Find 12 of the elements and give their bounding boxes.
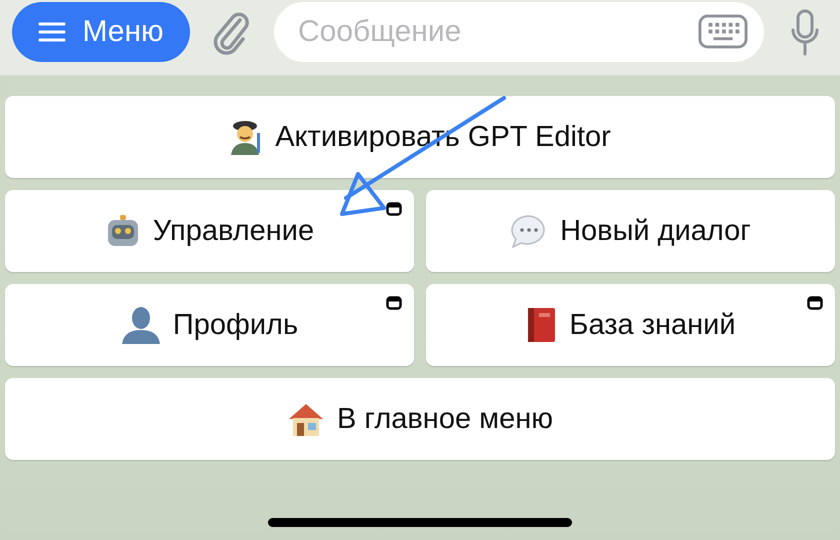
menu-icon [38,21,66,43]
keyboard-button[interactable]: В главное меню [5,378,835,460]
menu-button[interactable]: Меню [12,2,190,62]
keyboard-button[interactable]: Новый диалог [426,190,835,272]
person-silhouette-icon [120,306,161,344]
message-field[interactable]: Сообщение [274,2,764,62]
keyboard-button[interactable]: Профиль [5,284,414,366]
keyboard-icon[interactable] [698,14,748,49]
keyboard-button[interactable]: База знаний [426,284,835,366]
keyboard-button[interactable]: Управление [5,190,414,272]
book-icon [525,306,558,344]
microphone-icon[interactable] [790,8,820,58]
